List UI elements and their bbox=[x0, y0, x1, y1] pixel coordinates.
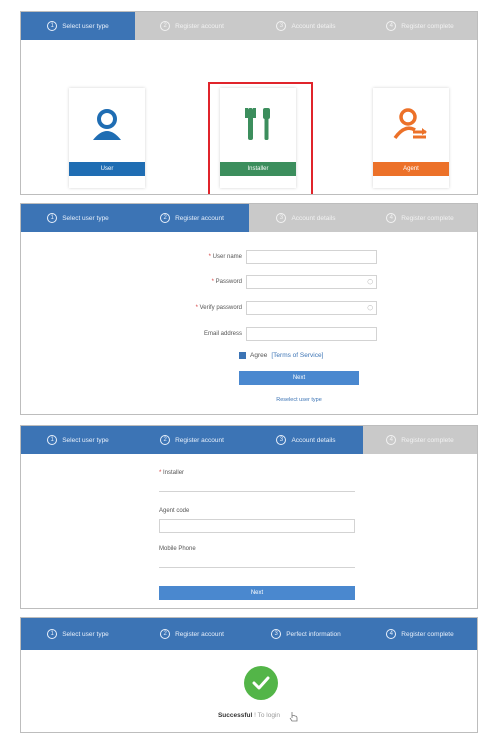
step-perfect-information: 3 Perfect information bbox=[249, 618, 363, 650]
username-row: * User name bbox=[151, 250, 377, 264]
step-label: Account details bbox=[291, 436, 336, 444]
email-row: Email address bbox=[151, 327, 377, 341]
success-check-icon bbox=[244, 666, 278, 700]
user-type-label-agent: Agent bbox=[373, 162, 449, 176]
agent-code-input[interactable] bbox=[159, 519, 355, 533]
eye-icon[interactable]: ◯ bbox=[367, 306, 373, 311]
step-bar: 1 Select user type 2 Register account 3 Per… bbox=[21, 618, 477, 650]
step-account-details: 3 Account details bbox=[249, 426, 363, 454]
step-account-details: 3 Account details bbox=[249, 204, 363, 232]
user-type-label-user: User bbox=[69, 162, 145, 176]
step-select-user-type: 1 Select user type bbox=[21, 618, 135, 650]
agree-checkbox[interactable] bbox=[239, 352, 246, 359]
next-button[interactable]: Next bbox=[159, 586, 355, 600]
step-bar: 1 Select user type 2 Register account 3 Acc… bbox=[21, 12, 477, 40]
step-number: 4 bbox=[386, 213, 397, 223]
step-number: 1 bbox=[47, 435, 58, 445]
step-select-user-type: 1 Select user type bbox=[21, 204, 135, 232]
select-user-type-panel: 1 Select user type 2 Register account 3 Acc… bbox=[20, 11, 478, 195]
step-number: 2 bbox=[160, 21, 171, 31]
user-type-label-installer: Installer bbox=[220, 162, 296, 176]
step-label: Register complete bbox=[401, 436, 454, 444]
step-label: Register complete bbox=[401, 22, 454, 30]
step-number: 3 bbox=[276, 21, 287, 31]
step-number: 4 bbox=[386, 21, 397, 31]
agree-label: Agree bbox=[250, 352, 268, 359]
user-icon bbox=[69, 104, 145, 148]
step-label: Account details bbox=[291, 214, 336, 222]
account-details-panel: 1 Select user type 2 Register account 3 Acc… bbox=[20, 425, 478, 609]
password-label: * Password bbox=[211, 279, 242, 285]
step-number: 3 bbox=[276, 213, 287, 223]
verify-password-input[interactable]: ◯ bbox=[246, 301, 377, 315]
verify-password-label: * Verify password bbox=[195, 305, 242, 311]
step-register-account: 2 Register account bbox=[135, 12, 249, 40]
register-complete-panel: 1 Select user type 2 Register account 3 Per… bbox=[20, 617, 478, 733]
step-label: Register complete bbox=[401, 630, 454, 638]
step-label: Select user type bbox=[62, 436, 109, 444]
step-bar: 1 Select user type 2 Register account 3 Acc… bbox=[21, 204, 477, 232]
step-select-user-type: 1 Select user type bbox=[21, 12, 135, 40]
eye-icon[interactable]: ◯ bbox=[367, 280, 373, 285]
installer-label: * Installer bbox=[159, 470, 185, 476]
step-number: 3 bbox=[276, 435, 287, 445]
user-type-card-agent[interactable]: Agent bbox=[373, 88, 449, 188]
next-button[interactable]: Next bbox=[239, 371, 359, 385]
email-label: Email address bbox=[203, 331, 242, 337]
step-label: Perfect information bbox=[286, 630, 341, 638]
agree-terms: Agree [Terms of Service] bbox=[239, 352, 323, 359]
installer-field[interactable] bbox=[159, 479, 355, 492]
step-account-details: 3 Account details bbox=[249, 12, 363, 40]
step-number: 1 bbox=[47, 21, 58, 31]
step-label: Select user type bbox=[62, 630, 109, 638]
step-select-user-type: 1 Select user type bbox=[21, 426, 135, 454]
username-input[interactable] bbox=[246, 250, 377, 264]
step-number: 4 bbox=[386, 629, 397, 639]
step-number: 1 bbox=[47, 629, 58, 639]
step-label: Select user type bbox=[62, 214, 109, 222]
step-label: Register account bbox=[175, 436, 224, 444]
user-type-card-installer[interactable]: Installer bbox=[220, 88, 296, 188]
step-register-complete: 4 Register complete bbox=[363, 618, 477, 650]
reselect-user-type-link[interactable]: Reselect user type bbox=[239, 397, 359, 403]
verify-password-row: * Verify password ◯ bbox=[151, 301, 377, 315]
step-number: 2 bbox=[160, 435, 171, 445]
to-login-link[interactable]: To login bbox=[258, 712, 280, 719]
user-type-card-user[interactable]: User bbox=[69, 88, 145, 188]
mobile-phone-label: Mobile Phone bbox=[159, 546, 196, 552]
step-number: 3 bbox=[271, 629, 282, 639]
hand-cursor-icon bbox=[289, 710, 299, 728]
success-message: Successful ! To login bbox=[217, 712, 281, 719]
step-label: Select user type bbox=[62, 22, 109, 30]
step-label: Register account bbox=[175, 214, 224, 222]
step-label: Account details bbox=[291, 22, 336, 30]
step-number: 1 bbox=[47, 213, 58, 223]
step-register-account: 2 Register account bbox=[135, 618, 249, 650]
step-register-complete: 4 Register complete bbox=[363, 204, 477, 232]
step-bar: 1 Select user type 2 Register account 3 Acc… bbox=[21, 426, 477, 454]
agent-code-label: Agent code bbox=[159, 508, 190, 514]
step-register-complete: 4 Register complete bbox=[363, 12, 477, 40]
step-register-complete: 4 Register complete bbox=[363, 426, 477, 454]
email-input[interactable] bbox=[246, 327, 377, 341]
step-number: 2 bbox=[160, 629, 171, 639]
password-row: * Password ◯ bbox=[151, 275, 377, 289]
agent-icon bbox=[373, 104, 449, 148]
step-label: Register account bbox=[175, 22, 224, 30]
password-input[interactable]: ◯ bbox=[246, 275, 377, 289]
step-register-account: 2 Register account bbox=[135, 204, 249, 232]
success-label: Successful bbox=[217, 712, 253, 719]
register-account-panel: 1 Select user type 2 Register account 3 Acc… bbox=[20, 203, 478, 415]
username-label: * User name bbox=[208, 254, 242, 260]
tools-icon bbox=[220, 104, 296, 148]
step-label: Register complete bbox=[401, 214, 454, 222]
step-label: Register account bbox=[175, 630, 224, 638]
terms-link[interactable]: [Terms of Service] bbox=[271, 352, 323, 359]
step-number: 2 bbox=[160, 213, 171, 223]
step-register-account: 2 Register account bbox=[135, 426, 249, 454]
step-number: 4 bbox=[386, 435, 397, 445]
mobile-phone-input[interactable] bbox=[159, 555, 355, 568]
